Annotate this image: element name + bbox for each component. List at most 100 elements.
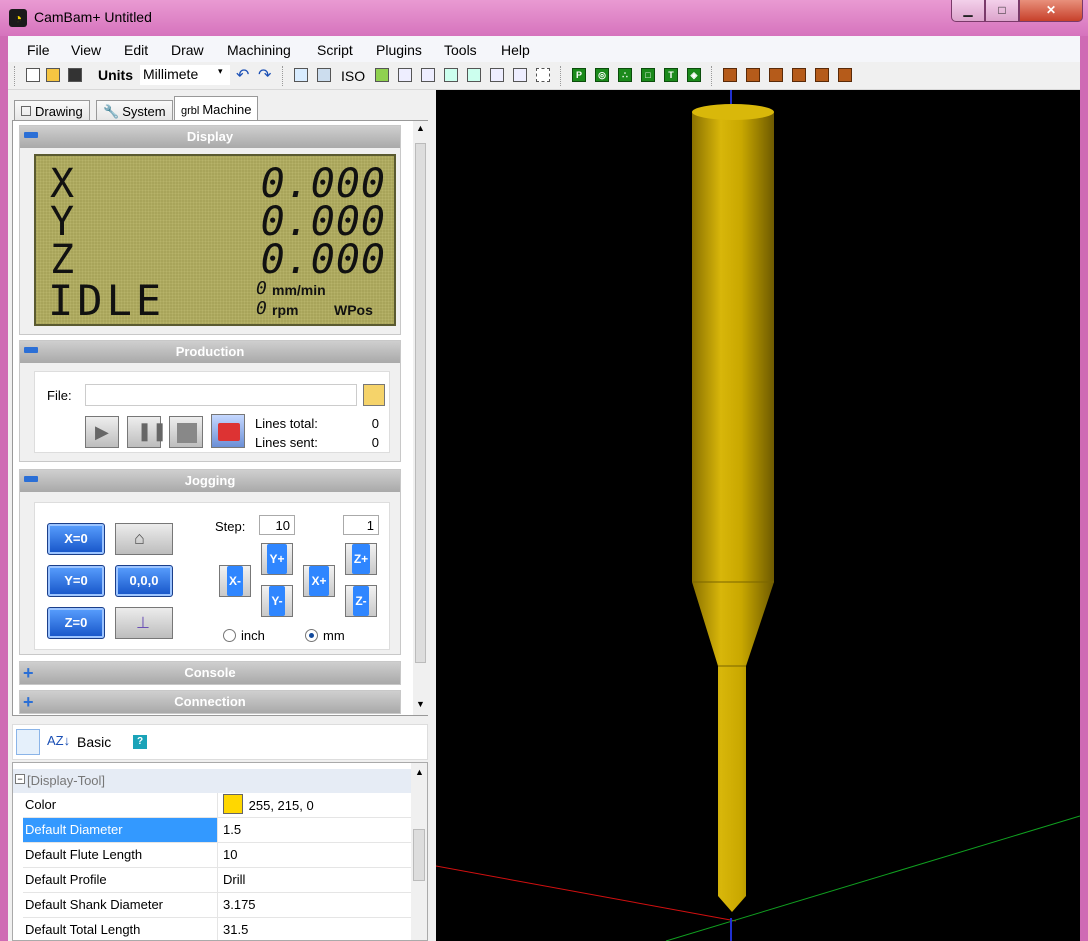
x-zero-button[interactable]: X=0 <box>47 523 105 555</box>
unit-mm-radio[interactable] <box>305 629 318 642</box>
z-zero-button[interactable]: Z=0 <box>47 607 105 639</box>
tab-system[interactable]: 🔧 System <box>96 100 173 122</box>
property-row-flute-length[interactable]: Default Flute Length 10 <box>23 843 411 868</box>
basic-view-button[interactable]: Basic <box>77 734 111 750</box>
menu-edit[interactable]: Edit <box>124 42 148 58</box>
collapse-icon[interactable]: - <box>24 476 38 482</box>
zero-all-button[interactable]: 0,0,0 <box>115 565 173 597</box>
probe-button[interactable]: ⊥ <box>115 607 173 639</box>
scroll-up-icon[interactable]: ▲ <box>416 123 425 133</box>
view-back-icon[interactable] <box>421 68 435 82</box>
jog-x-minus-button[interactable]: X- <box>219 565 251 597</box>
3d-op-icon[interactable]: ◈ <box>687 68 701 82</box>
property-row-total-length[interactable]: Default Total Length 31.5 <box>23 918 411 940</box>
post-icon[interactable] <box>792 68 806 82</box>
engrave-op-icon[interactable]: □ <box>641 68 655 82</box>
menu-file[interactable]: File <box>27 42 50 58</box>
console-section-header[interactable]: + Console <box>20 662 400 684</box>
minimize-button[interactable]: ▁ <box>951 0 985 22</box>
view-front-icon[interactable] <box>398 68 412 82</box>
menu-help[interactable]: Help <box>501 42 530 58</box>
snap-icon[interactable] <box>294 68 308 82</box>
profile-op-icon[interactable]: P <box>572 68 586 82</box>
play-button[interactable]: ▶ <box>85 416 119 448</box>
view-top-icon[interactable] <box>490 68 504 82</box>
menu-script[interactable]: Script <box>317 42 353 58</box>
jog-y-minus-button[interactable]: Y- <box>261 585 293 617</box>
menu-draw[interactable]: Draw <box>171 42 204 58</box>
text-op-icon[interactable]: T <box>664 68 678 82</box>
gcode-icon[interactable] <box>769 68 783 82</box>
property-scrollbar[interactable]: ▲ <box>411 763 427 940</box>
tab-drawing[interactable]: Drawing <box>14 100 90 122</box>
jogging-section-header[interactable]: - Jogging <box>20 470 400 492</box>
view-cube-icon[interactable] <box>375 68 389 82</box>
scroll-down-icon[interactable]: ▼ <box>416 699 425 709</box>
menu-plugins[interactable]: Plugins <box>376 42 422 58</box>
property-value[interactable]: Drill <box>221 868 247 892</box>
categorized-view-icon[interactable] <box>16 729 40 755</box>
zoom-fit-icon[interactable] <box>536 68 550 82</box>
browse-folder-icon[interactable] <box>363 384 385 406</box>
stop-button[interactable] <box>169 416 203 448</box>
save-icon[interactable] <box>68 68 82 82</box>
view-bottom-icon[interactable] <box>513 68 527 82</box>
property-row-color[interactable]: Color 255, 215, 0 <box>23 793 411 818</box>
production-section-header[interactable]: - Production <box>20 341 400 363</box>
tool-change-button[interactable] <box>211 414 245 448</box>
collapse-icon[interactable]: - <box>24 347 38 353</box>
redo-icon[interactable]: ↷ <box>258 65 271 85</box>
jog-z-plus-button[interactable]: Z+ <box>345 543 377 575</box>
tool-library-icon[interactable] <box>815 68 829 82</box>
property-value[interactable]: 1.5 <box>221 818 243 842</box>
scroll-thumb[interactable] <box>413 829 425 881</box>
y-zero-button[interactable]: Y=0 <box>47 565 105 597</box>
display-section-header[interactable]: - Display <box>20 126 400 148</box>
jog-z-minus-button[interactable]: Z- <box>345 585 377 617</box>
category-row[interactable]: − [Display-Tool] <box>13 769 411 793</box>
property-value[interactable]: 3.175 <box>221 893 258 917</box>
expand-icon[interactable]: + <box>23 693 34 711</box>
part-icon[interactable] <box>723 68 737 82</box>
title-bar[interactable]: ◔ CamBam+ Untitled ▁ □ ✕ <box>0 0 1088 36</box>
undo-icon[interactable]: ↶ <box>236 65 249 85</box>
menu-tools[interactable]: Tools <box>444 42 477 58</box>
view-right-icon[interactable] <box>467 68 481 82</box>
property-row-shank-diameter[interactable]: Default Shank Diameter 3.175 <box>23 893 411 918</box>
view-left-icon[interactable] <box>444 68 458 82</box>
3d-viewport[interactable] <box>436 90 1080 941</box>
property-value[interactable]: 255, 215, 0 <box>221 793 316 817</box>
jog-x-plus-button[interactable]: X+ <box>303 565 335 597</box>
maximize-button[interactable]: □ <box>985 0 1019 22</box>
iso-view-button[interactable]: ISO <box>341 68 365 84</box>
style-icon[interactable] <box>746 68 760 82</box>
property-row-default-diameter[interactable]: Default Diameter 1.5 <box>23 818 411 843</box>
property-value[interactable]: 31.5 <box>221 918 250 940</box>
scroll-up-icon[interactable]: ▲ <box>415 767 424 777</box>
expand-icon[interactable]: + <box>23 664 34 682</box>
close-button[interactable]: ✕ <box>1019 0 1083 22</box>
sort-alpha-icon[interactable]: AZ↓ <box>47 733 70 748</box>
step-xy-input[interactable]: 10 <box>259 515 295 535</box>
jog-y-plus-button[interactable]: Y+ <box>261 543 293 575</box>
collapse-icon[interactable]: − <box>15 774 25 784</box>
units-select[interactable]: Millimete <box>140 65 230 85</box>
new-file-icon[interactable] <box>26 68 40 82</box>
pocket-op-icon[interactable]: ◎ <box>595 68 609 82</box>
property-row-profile[interactable]: Default Profile Drill <box>23 868 411 893</box>
file-path-input[interactable] <box>85 384 357 406</box>
menu-view[interactable]: View <box>71 42 101 58</box>
drill-op-icon[interactable]: ∴ <box>618 68 632 82</box>
menu-machining[interactable]: Machining <box>227 42 291 58</box>
toolbar-grip[interactable] <box>14 66 16 86</box>
open-folder-icon[interactable] <box>46 68 60 82</box>
grid-icon[interactable] <box>317 68 331 82</box>
tab-machine[interactable]: grbl Machine <box>174 96 259 122</box>
step-z-input[interactable]: 1 <box>343 515 379 535</box>
panel-scrollbar[interactable]: ▲ ▼ <box>413 121 428 715</box>
scroll-thumb[interactable] <box>415 143 426 663</box>
collapse-icon[interactable]: - <box>24 132 38 138</box>
connection-section-header[interactable]: + Connection <box>20 691 400 713</box>
unit-inch-radio[interactable] <box>223 629 236 642</box>
chevron-down-icon[interactable]: ▾ <box>218 66 223 77</box>
